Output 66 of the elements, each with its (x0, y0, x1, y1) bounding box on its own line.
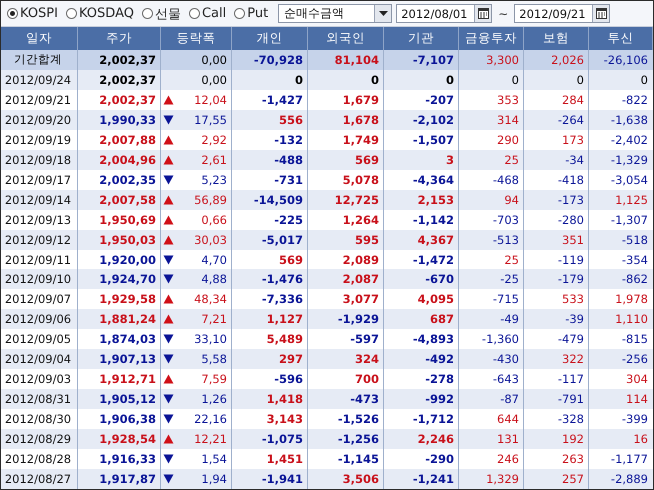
table-cell-text: -354 (620, 252, 649, 268)
table-cell: 22,16 (194, 412, 227, 426)
market-radio[interactable]: Call (186, 6, 228, 21)
dropdown-button[interactable] (374, 5, 392, 22)
start-date-field[interactable]: 2012/08/01 (396, 4, 492, 23)
table-cell: 1,917,87 (78, 469, 161, 489)
table-cell: 12,04 (194, 92, 227, 107)
table-cell-text: -2,402 (610, 132, 649, 149)
table-cell: 1,94 (201, 472, 227, 486)
table-cell: 7,21 (201, 312, 227, 326)
table-cell: 33,10 (194, 332, 227, 346)
table-cell: 0,66 (201, 212, 227, 227)
table-cell: 2,92 (201, 132, 227, 147)
calendar-button[interactable] (474, 5, 492, 22)
end-date-field[interactable]: 2012/09/21 (514, 4, 610, 23)
calendar-icon (596, 8, 607, 19)
table-cell: 2,61 (201, 152, 227, 167)
table-cell-text: 304 (625, 371, 649, 388)
table-cell: 1,54 (201, 452, 227, 466)
market-radio[interactable]: KOSPI (5, 6, 60, 21)
caret-icon (378, 11, 388, 16)
table-cell: 48,34 (194, 292, 227, 306)
table-cell: 257 (524, 469, 589, 489)
table-cell: -1,941 (232, 469, 308, 489)
table-cell: 5,58 (201, 352, 227, 366)
table-cell: 1,26 (201, 392, 227, 406)
table-cell: -1,241 (384, 469, 459, 489)
table-cell-text: 0 (640, 72, 649, 89)
table-cell-text: -1,307 (610, 212, 649, 229)
table-cell-text: -256 (620, 351, 649, 368)
table-cell-text: 1,125 (614, 192, 649, 209)
market-radio[interactable]: KOSDAQ (64, 6, 136, 21)
market-radio[interactable]: Put (232, 6, 270, 21)
table-cell: 56,89 (194, 192, 227, 207)
table-cell-text: -822 (620, 92, 649, 109)
table-cell: 30,03 (194, 232, 227, 247)
measure-dropdown[interactable]: 순매수금액 (278, 4, 392, 23)
table-cell-text: -1,177 (610, 451, 649, 468)
table-cell-text: 16 (632, 431, 649, 448)
range-separator: ~ (497, 6, 510, 20)
table-cell: 12,21 (194, 432, 227, 446)
table-cell-text: -862 (620, 271, 649, 288)
table-cell-text: -3,054 (610, 172, 649, 189)
table-cell-text: -399 (620, 411, 649, 428)
table-cell: 2012/08/27 (1, 469, 78, 489)
table-cell: 0,00 (201, 52, 227, 67)
market-radio[interactable]: 선물 (140, 4, 183, 22)
table-cell-text: -815 (620, 331, 649, 348)
table-cell: 17,55 (194, 112, 227, 127)
table-cell-text: -1,329 (610, 152, 649, 169)
table-cell-text: -26,106 (602, 52, 649, 69)
calendar-button[interactable] (592, 5, 610, 22)
table-cell-text: -1,638 (610, 112, 649, 129)
table-cell: 3,506 (308, 469, 384, 489)
table-cell-text: -518 (620, 232, 649, 249)
table-cell-text: -2,889 (610, 470, 649, 488)
table-cell: 1,329 (459, 469, 524, 489)
table-cell-text: 114 (625, 391, 649, 408)
table-cell-text: 1,110 (614, 311, 649, 328)
table-cell: 4,88 (201, 272, 227, 286)
table-cell: 5,23 (201, 172, 227, 187)
table-cell: 7,59 (201, 372, 227, 386)
table-cell: 0,00 (201, 72, 227, 87)
calendar-icon (478, 8, 489, 19)
table-cell-text: 1,978 (614, 291, 649, 308)
table-cell: 4,70 (201, 252, 227, 266)
